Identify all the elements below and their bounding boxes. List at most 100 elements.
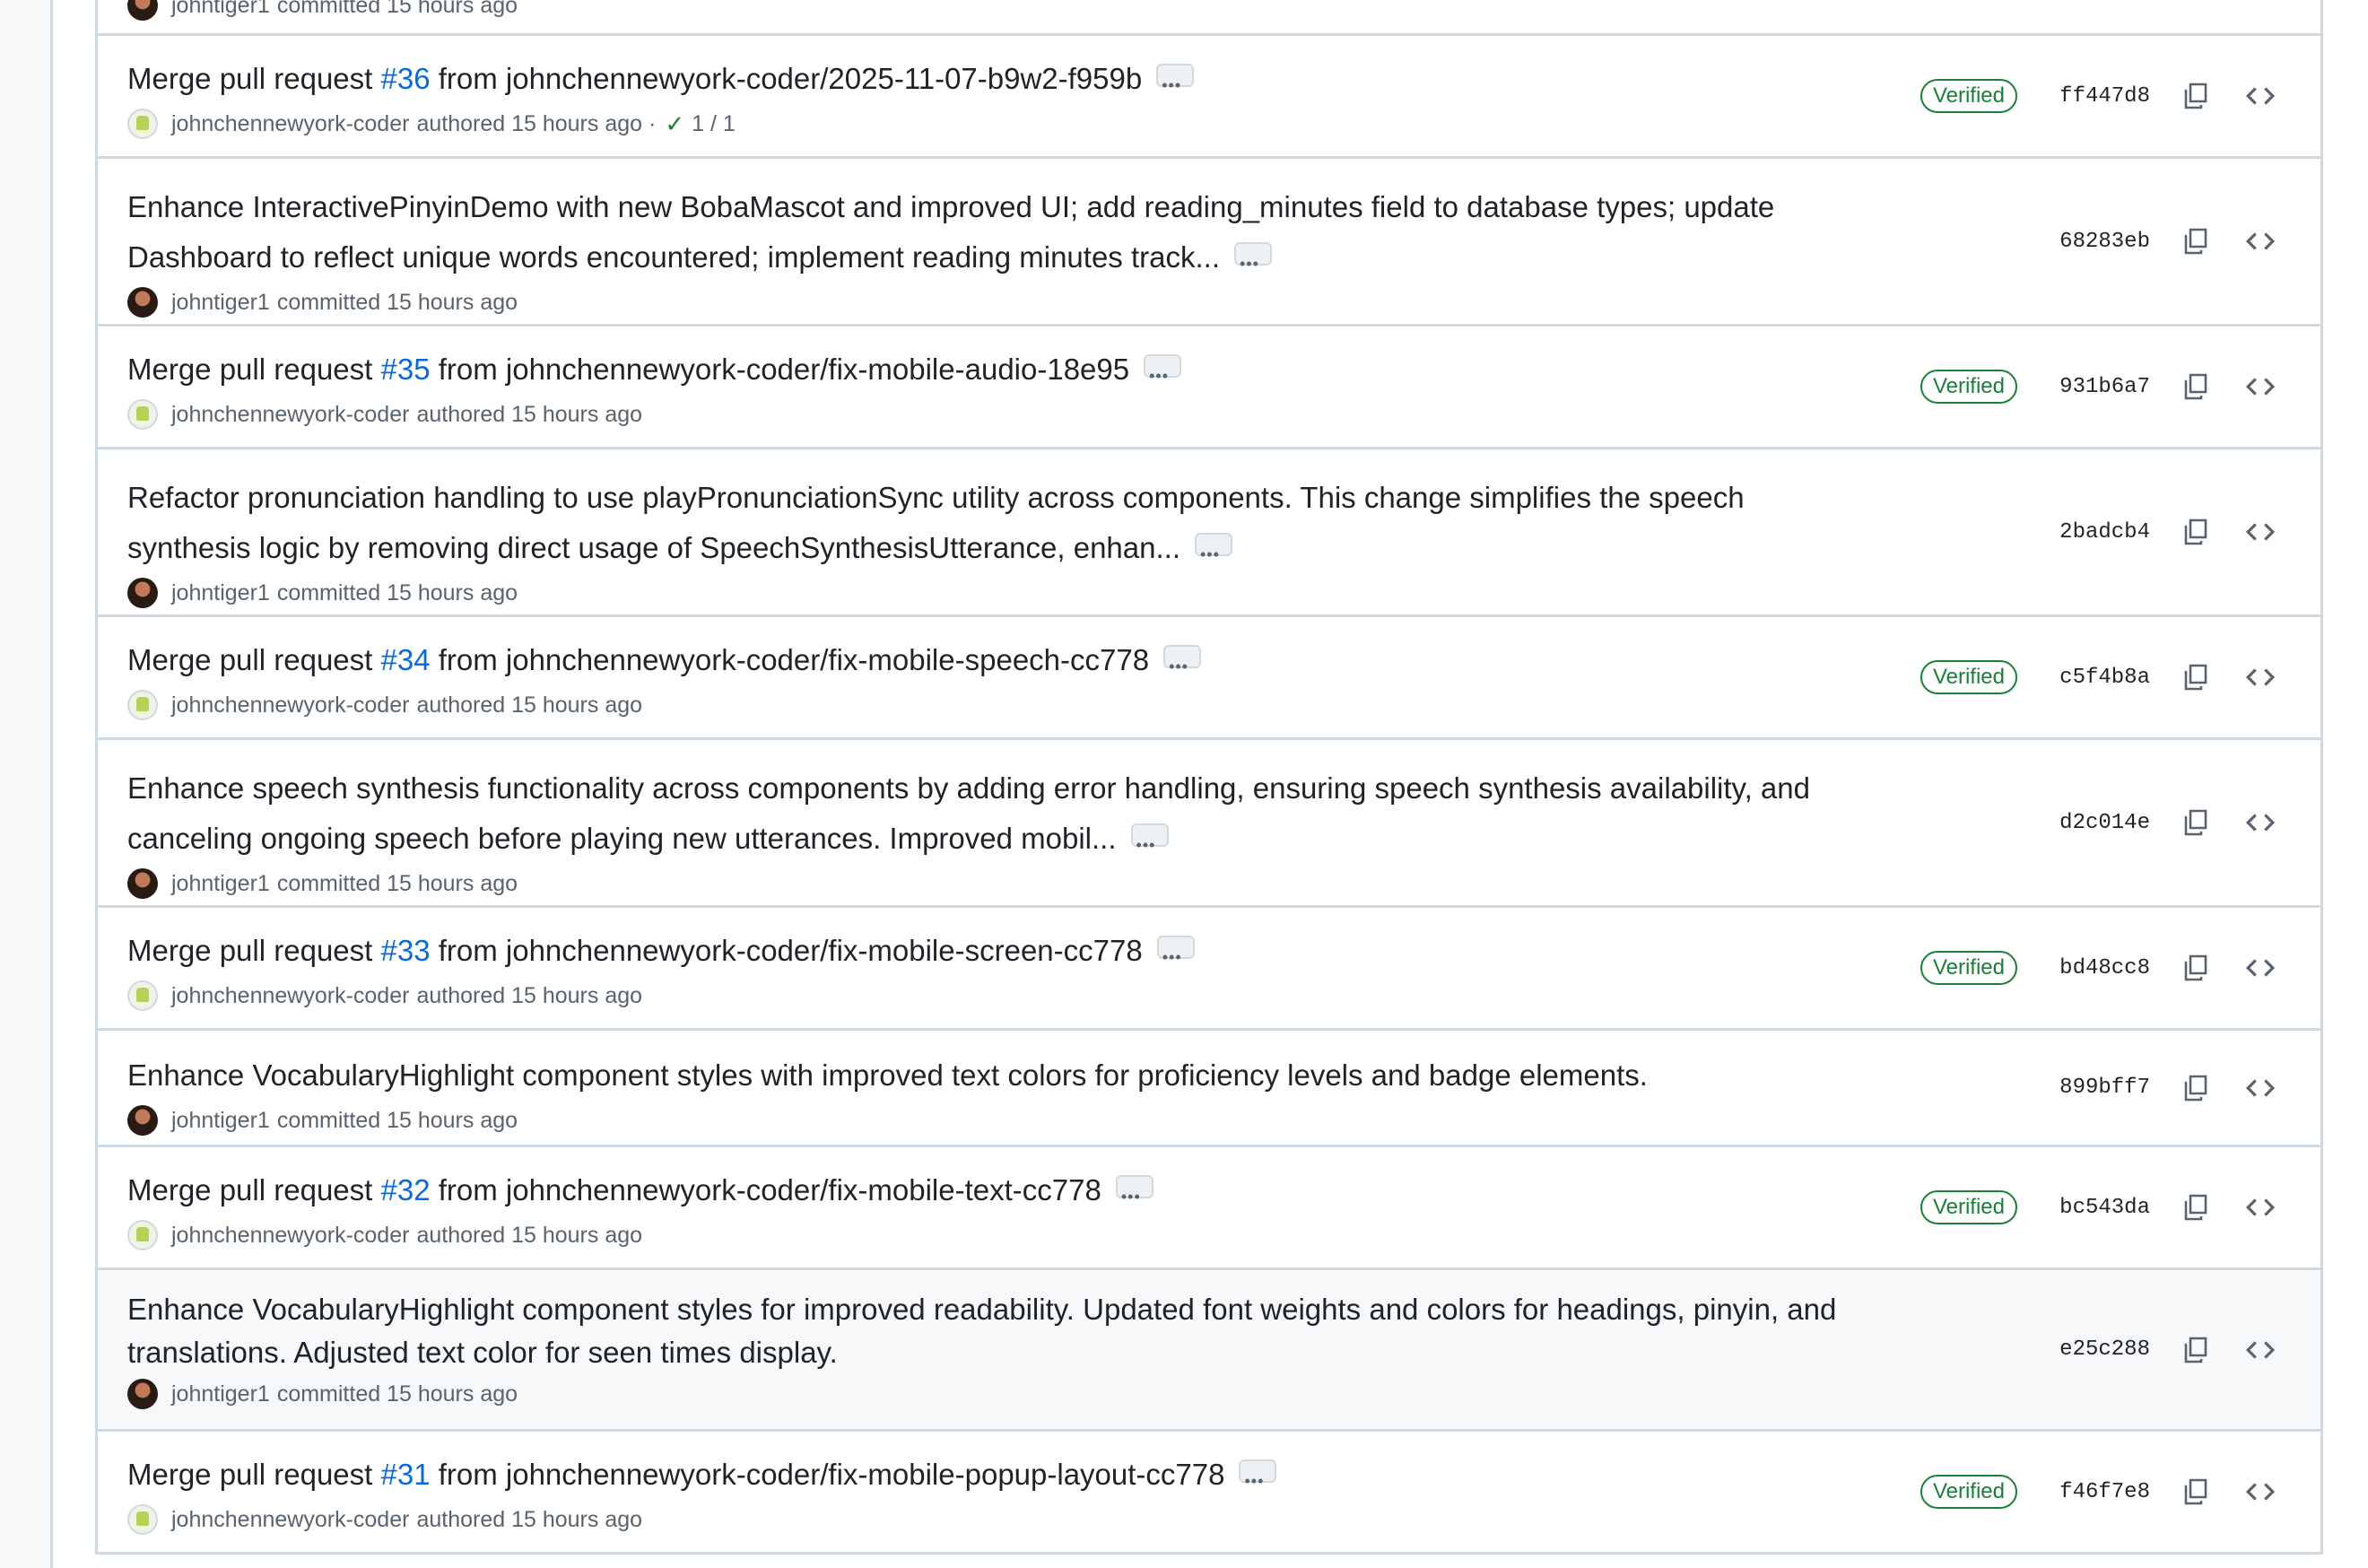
verified-badge[interactable]: Verified <box>1920 1190 2017 1224</box>
commit-sha[interactable]: bd48cc8 <box>2051 956 2150 980</box>
commit-title[interactable]: Refactor pronunciation handling to use p… <box>127 473 1872 579</box>
commit-action: authored <box>416 692 506 718</box>
avatar[interactable] <box>127 1220 158 1250</box>
author-link[interactable]: johnchennewyork-coder <box>171 983 409 1009</box>
author-link[interactable]: johntiger1 <box>171 290 270 316</box>
avatar[interactable] <box>127 980 158 1011</box>
author-link[interactable]: johnchennewyork-coder <box>171 402 409 428</box>
verified-badge[interactable]: Verified <box>1920 370 2017 404</box>
avatar[interactable] <box>127 109 158 139</box>
pr-link[interactable]: #32 <box>380 1173 430 1206</box>
commit-title[interactable]: Merge pull request #31 from johnchennewy… <box>127 1450 1872 1506</box>
commit-title[interactable]: Merge pull request #34 from johnchennewy… <box>127 635 1872 692</box>
ellipsis-icon[interactable] <box>1130 820 1169 870</box>
verified-badge[interactable]: Verified <box>1920 660 2017 694</box>
avatar[interactable] <box>127 1504 158 1535</box>
code-icon[interactable] <box>2242 804 2279 841</box>
author-link[interactable]: johnchennewyork-coder <box>171 1507 409 1533</box>
avatar[interactable] <box>127 287 158 318</box>
verified-badge[interactable]: Verified <box>1920 79 2017 113</box>
commit-title[interactable]: Enhance VocabularyHighlight component st… <box>127 1050 1872 1101</box>
commit-sha[interactable]: c5f4b8a <box>2051 666 2150 690</box>
commit-sha[interactable]: d2c014e <box>2051 811 2150 835</box>
commit-sha[interactable]: 68283eb <box>2051 230 2150 254</box>
commit-sha[interactable]: f46f7e8 <box>2051 1480 2150 1504</box>
pr-link[interactable]: #35 <box>380 353 430 386</box>
commit-sha[interactable]: bc543da <box>2051 1196 2150 1220</box>
copy-icon[interactable] <box>2177 1189 2215 1226</box>
copy-icon[interactable] <box>2177 804 2215 841</box>
code-icon[interactable] <box>2242 1069 2279 1107</box>
ellipsis-icon[interactable] <box>1239 1456 1277 1506</box>
commit-title[interactable]: Merge pull request #32 from johnchennewy… <box>127 1165 1872 1222</box>
commit-title[interactable]: Merge pull request #33 from johnchennewy… <box>127 926 1872 982</box>
avatar[interactable] <box>127 1105 158 1136</box>
check-icon[interactable]: ✓ <box>665 110 684 138</box>
copy-icon[interactable] <box>2177 949 2215 987</box>
ellipsis-icon[interactable] <box>1115 1172 1154 1222</box>
commit-sha[interactable]: 2badcb4 <box>2051 520 2150 544</box>
code-icon[interactable] <box>2242 1189 2279 1226</box>
avatar[interactable] <box>127 399 158 430</box>
ellipsis-icon[interactable] <box>1156 932 1195 982</box>
ellipsis-icon[interactable] <box>1163 641 1202 692</box>
ellipsis-icon[interactable] <box>1234 239 1272 289</box>
code-icon[interactable] <box>2242 368 2279 405</box>
commit-time: 15 hours ago <box>511 1222 643 1248</box>
author-link[interactable]: johnchennewyork-coder <box>171 693 409 719</box>
commit-title[interactable]: Merge pull request #35 from johnchennewy… <box>127 344 1872 401</box>
commit-sha[interactable]: 899bff7 <box>2051 1076 2150 1100</box>
code-icon[interactable] <box>2242 77 2279 115</box>
commit-title[interactable]: Merge pull request #36 from johnchennewy… <box>127 54 1872 110</box>
commit-title[interactable]: Enhance InteractivePinyinDemo with new B… <box>127 182 1872 289</box>
avatar[interactable] <box>127 690 158 720</box>
commit-sha[interactable]: e25c288 <box>2051 1337 2150 1362</box>
author-link[interactable]: johntiger1 <box>171 580 270 606</box>
author-link[interactable]: johnchennewyork-coder <box>171 111 409 137</box>
avatar[interactable] <box>127 868 158 899</box>
copy-icon[interactable] <box>2177 77 2215 115</box>
ellipsis-icon[interactable] <box>1144 351 1182 401</box>
verified-badge[interactable]: Verified <box>1920 951 2017 985</box>
commit-meta: johnchennewyork-coder authored 15 hours … <box>127 978 1872 1014</box>
code-icon[interactable] <box>2242 949 2279 987</box>
copy-icon[interactable] <box>2177 513 2215 551</box>
code-icon[interactable] <box>2242 513 2279 551</box>
commit-meta: johntiger1 committed 15 hours ago <box>127 575 1872 611</box>
avatar[interactable] <box>127 578 158 608</box>
author-link[interactable]: johnchennewyork-coder <box>171 1223 409 1249</box>
commit-action: authored <box>416 401 506 427</box>
code-icon[interactable] <box>2242 1473 2279 1511</box>
commit-title-prefix: Merge pull request <box>127 643 381 676</box>
author-link[interactable]: johntiger1 <box>171 1108 270 1134</box>
ellipsis-icon[interactable] <box>1156 60 1195 110</box>
copy-icon[interactable] <box>2177 368 2215 405</box>
commit-sha[interactable]: ff447d8 <box>2051 84 2150 109</box>
commit-title-suffix: from johnchennewyork-coder/2025-11-07-b9… <box>430 62 1143 95</box>
commit-sha[interactable]: 931b6a7 <box>2051 375 2150 399</box>
pr-link[interactable]: #34 <box>380 643 430 676</box>
author-link[interactable]: johntiger1 <box>171 1381 270 1407</box>
ellipsis-icon[interactable] <box>1194 529 1232 579</box>
pr-link[interactable]: #33 <box>380 934 430 967</box>
copy-icon[interactable] <box>2177 1473 2215 1511</box>
author-link[interactable]: johntiger1 <box>171 871 270 897</box>
code-icon[interactable] <box>2242 1331 2279 1369</box>
avatar[interactable] <box>127 1379 158 1409</box>
verified-badge[interactable]: Verified <box>1920 1475 2017 1509</box>
commit-title-prefix: Merge pull request <box>127 353 381 386</box>
copy-icon[interactable] <box>2177 1331 2215 1369</box>
copy-icon[interactable] <box>2177 1069 2215 1107</box>
commit-title[interactable]: Enhance VocabularyHighlight component st… <box>127 1288 1872 1374</box>
pr-link[interactable]: #36 <box>380 62 430 95</box>
checks-count[interactable]: 1 / 1 <box>692 111 736 137</box>
code-icon[interactable] <box>2242 222 2279 260</box>
commit-title-suffix: from johnchennewyork-coder/fix-mobile-te… <box>430 1173 1101 1206</box>
avatar[interactable] <box>127 0 158 21</box>
author-link[interactable]: johntiger1 <box>171 0 270 19</box>
copy-icon[interactable] <box>2177 222 2215 260</box>
copy-icon[interactable] <box>2177 658 2215 696</box>
code-icon[interactable] <box>2242 658 2279 696</box>
pr-link[interactable]: #31 <box>380 1458 430 1491</box>
commit-title[interactable]: Enhance speech synthesis functionality a… <box>127 763 1872 870</box>
